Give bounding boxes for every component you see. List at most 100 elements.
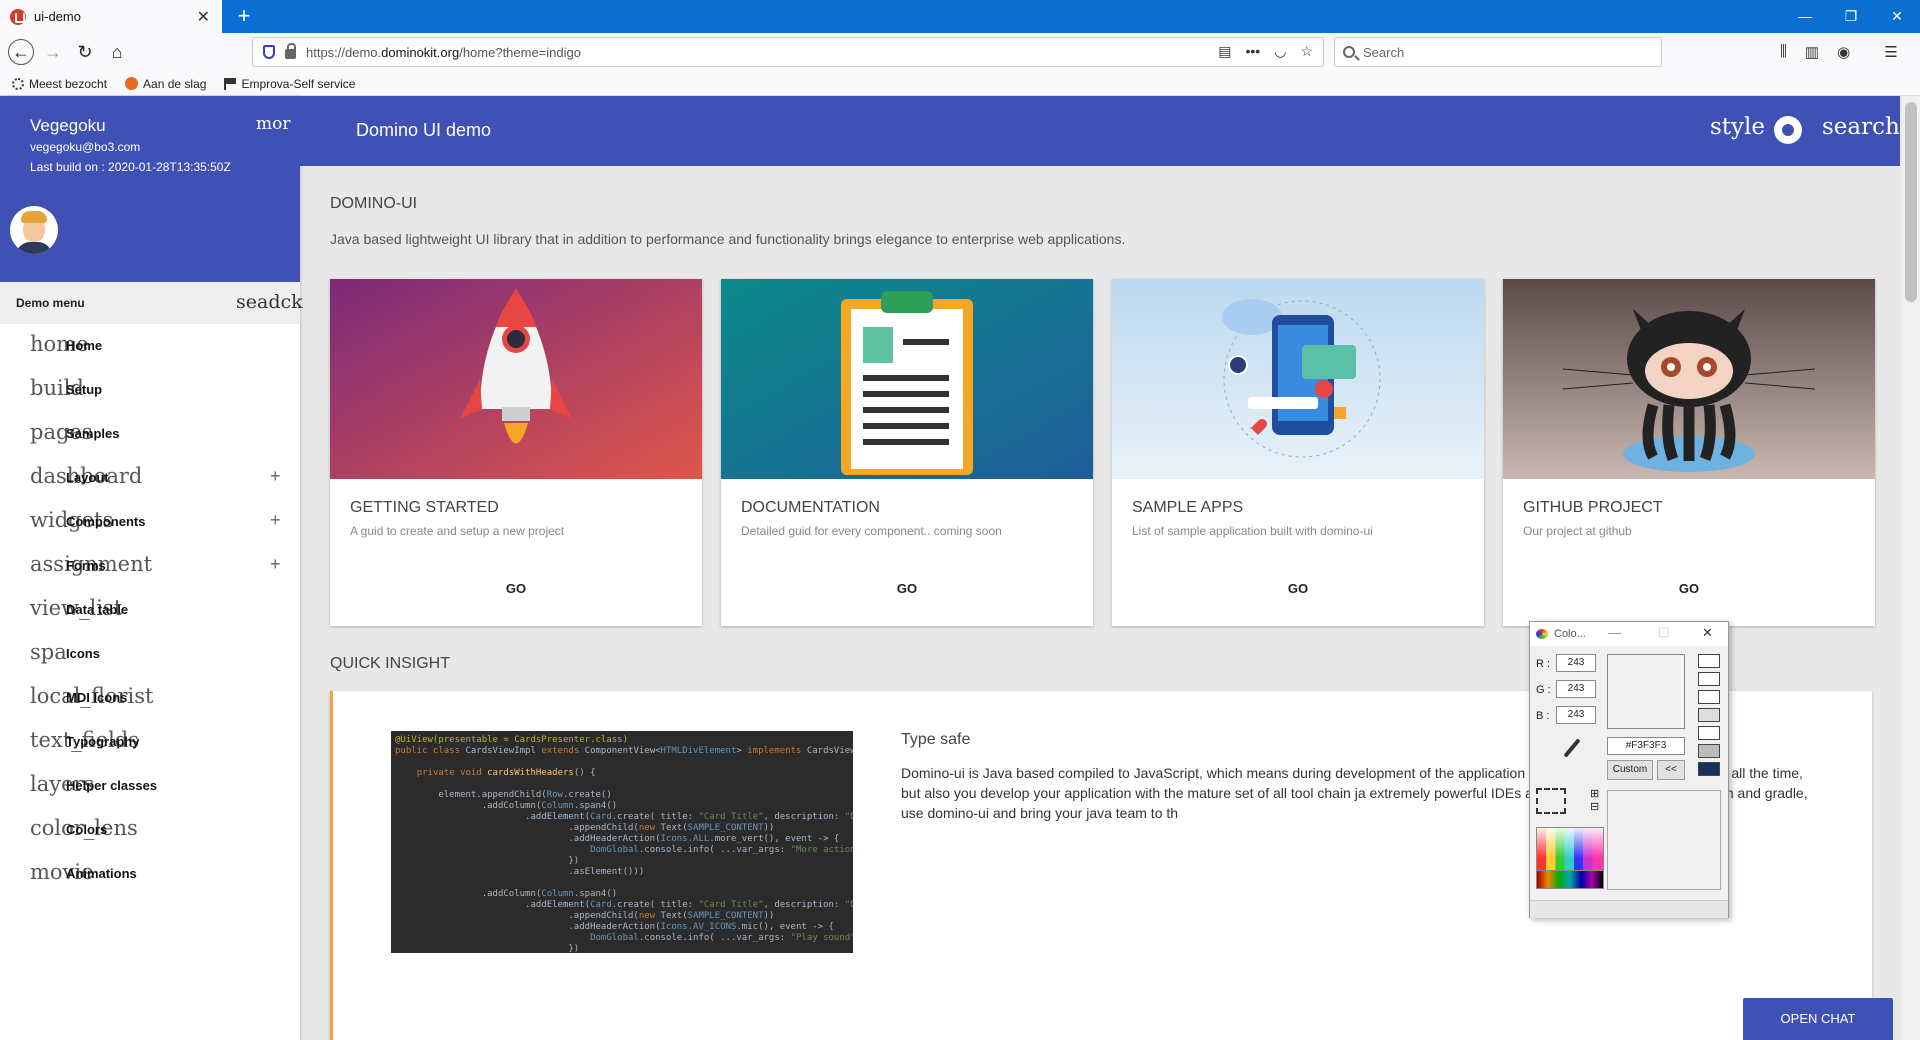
- github-icon[interactable]: [1774, 116, 1802, 144]
- go-button[interactable]: GO: [721, 581, 1093, 596]
- magnifier-icon[interactable]: [1536, 788, 1566, 814]
- header-search-icon[interactable]: search: [1822, 114, 1900, 140]
- open-chat-button[interactable]: OPEN CHAT: [1743, 998, 1893, 1040]
- browser-search-input[interactable]: Search: [1334, 37, 1662, 67]
- menu-header: Demo menu seadck: [0, 282, 303, 324]
- section-title: DOMINO-UI: [330, 195, 418, 212]
- swatch[interactable]: [1698, 762, 1720, 776]
- scroll-thumb[interactable]: [1905, 102, 1917, 302]
- card-description: Detailed guid for every component.. comi…: [741, 524, 1002, 538]
- card-description: A guid to create and setup a new project: [350, 524, 565, 538]
- library-icon[interactable]: ⫼: [1780, 43, 1787, 61]
- menu-item-mdi-icons[interactable]: local_florist MDI Icons: [0, 676, 300, 720]
- minimize-window-icon[interactable]: —: [1782, 0, 1828, 33]
- tab-close-icon[interactable]: ✕: [197, 7, 210, 27]
- user-email: vegegoku@bo3.com: [30, 140, 141, 154]
- color-palette-dark[interactable]: [1536, 870, 1604, 889]
- new-tab-button[interactable]: +: [232, 4, 256, 28]
- green-input[interactable]: 243: [1556, 680, 1596, 698]
- swatch[interactable]: [1698, 654, 1720, 668]
- reload-icon[interactable]: ↻: [74, 41, 96, 63]
- custom-button[interactable]: Custom: [1607, 760, 1653, 780]
- dialog-minimize-icon[interactable]: —: [1608, 625, 1621, 640]
- browser-tab[interactable]: ui-demo ✕: [0, 0, 222, 33]
- menu-item-setup[interactable]: build Setup: [0, 368, 300, 412]
- bookmark-getting-started[interactable]: Aan de slag: [125, 77, 206, 91]
- menu-item-data-table[interactable]: view_list Data table: [0, 588, 300, 632]
- menu-item-layout[interactable]: dashboard Layout +: [0, 456, 300, 500]
- search-icon: [1343, 46, 1355, 58]
- blue-row: B : 243: [1536, 706, 1596, 726]
- close-window-icon[interactable]: ✕: [1874, 0, 1920, 33]
- swatch[interactable]: [1698, 708, 1720, 722]
- dialog-close-icon[interactable]: ✕: [1702, 625, 1713, 641]
- menu-item-components[interactable]: widgets Components +: [0, 500, 300, 544]
- more-actions-icon[interactable]: •••: [1246, 43, 1261, 60]
- page-scrollbar[interactable]: [1902, 96, 1920, 1040]
- swatch[interactable]: [1698, 690, 1720, 704]
- more-vert-icon[interactable]: mor: [256, 114, 290, 134]
- red-input[interactable]: 243: [1556, 654, 1596, 672]
- card-getting-started: GETTING STARTED A guid to create and set…: [330, 279, 702, 626]
- octocat-image: [1503, 279, 1875, 479]
- dialog-titlebar[interactable]: Colo... — ☐ ✕: [1530, 622, 1728, 646]
- tab-title: ui-demo: [34, 9, 81, 24]
- forward-arrow-icon[interactable]: →: [42, 41, 64, 63]
- tracking-shield-icon[interactable]: [263, 45, 275, 59]
- go-button[interactable]: GO: [330, 581, 702, 596]
- menu-search-lock-icon[interactable]: seadck: [236, 291, 303, 313]
- menu-item-typography[interactable]: text_fields Typography: [0, 720, 300, 764]
- collapse-button[interactable]: <<: [1657, 760, 1685, 780]
- hex-input[interactable]: #F3F3F3: [1607, 737, 1685, 755]
- expand-plus-icon[interactable]: +: [270, 554, 281, 575]
- bookmark-star-icon[interactable]: ☆: [1300, 43, 1313, 60]
- favicon-icon: [10, 8, 26, 25]
- card-sample-apps: SAMPLE APPS List of sample application b…: [1112, 279, 1484, 626]
- menu-item-icons[interactable]: spa Icons: [0, 632, 300, 676]
- menu-item-helper-classes[interactable]: layers Helper classes: [0, 764, 300, 808]
- swatch[interactable]: [1698, 672, 1720, 686]
- sidebar-toggle-icon[interactable]: ▥: [1805, 43, 1819, 61]
- swatch[interactable]: [1698, 744, 1720, 758]
- pocket-icon[interactable]: ◡: [1274, 43, 1286, 60]
- menu-item-colors[interactable]: color_lens Colors: [0, 808, 300, 852]
- go-button[interactable]: GO: [1503, 581, 1875, 596]
- card-description: Our project at github: [1523, 524, 1632, 538]
- reader-view-icon[interactable]: ▤: [1218, 43, 1231, 60]
- menu-item-forms[interactable]: assignment Forms +: [0, 544, 300, 588]
- green-row: G : 243: [1536, 680, 1596, 700]
- zoom-plus-minus-icon[interactable]: ⊞ ⊟: [1590, 788, 1599, 814]
- bookmark-most-visited[interactable]: Meest bezocht: [12, 77, 107, 91]
- avatar: [10, 206, 58, 254]
- section-subtitle: Java based lightweight UI library that i…: [330, 231, 1126, 247]
- page-title: Domino UI demo: [356, 120, 492, 140]
- home-icon[interactable]: ⌂: [106, 41, 128, 63]
- lock-icon[interactable]: [285, 43, 296, 59]
- user-name: Vegegoku: [30, 116, 106, 135]
- go-button[interactable]: GO: [1112, 581, 1484, 596]
- menu-item-animations[interactable]: movie Animations: [0, 852, 300, 896]
- browser-tab-bar: ui-demo ✕ + — ❐ ✕: [0, 0, 1920, 33]
- sidebar: Vegegoku vegegoku@bo3.com Last build on …: [0, 96, 303, 1040]
- hamburger-menu-icon[interactable]: ☰: [1884, 43, 1897, 61]
- style-icon[interactable]: style: [1710, 114, 1765, 140]
- red-row: R : 243: [1536, 654, 1596, 674]
- url-bar[interactable]: https://demo. dominokit.org/home?theme=in…: [252, 37, 1324, 67]
- menu-item-home[interactable]: home Home: [0, 324, 300, 368]
- blue-input[interactable]: 243: [1556, 706, 1596, 724]
- swatch[interactable]: [1698, 726, 1720, 740]
- url-path: /home?theme=indigo: [459, 44, 581, 60]
- eyedropper-icon[interactable]: [1560, 737, 1582, 759]
- gear-icon: [12, 77, 24, 90]
- menu-item-samples[interactable]: pages Samples: [0, 412, 300, 456]
- expand-plus-icon[interactable]: +: [270, 510, 281, 531]
- restore-window-icon[interactable]: ❐: [1828, 0, 1874, 33]
- expand-plus-icon[interactable]: +: [270, 466, 281, 487]
- color-picker-dialog: Colo... — ☐ ✕ R : 243 G : 243 B : 243 #F…: [1529, 621, 1729, 918]
- spa-icon: spa: [30, 640, 67, 664]
- bookmark-emprova[interactable]: Emprova-Self service: [224, 77, 355, 91]
- back-arrow-icon[interactable]: ←: [8, 39, 34, 65]
- user-panel: Vegegoku vegegoku@bo3.com Last build on …: [0, 96, 300, 282]
- code-screenshot-image: @UiView(presentable = CardsPresenter.cla…: [391, 731, 853, 953]
- account-icon[interactable]: ◉: [1837, 43, 1850, 61]
